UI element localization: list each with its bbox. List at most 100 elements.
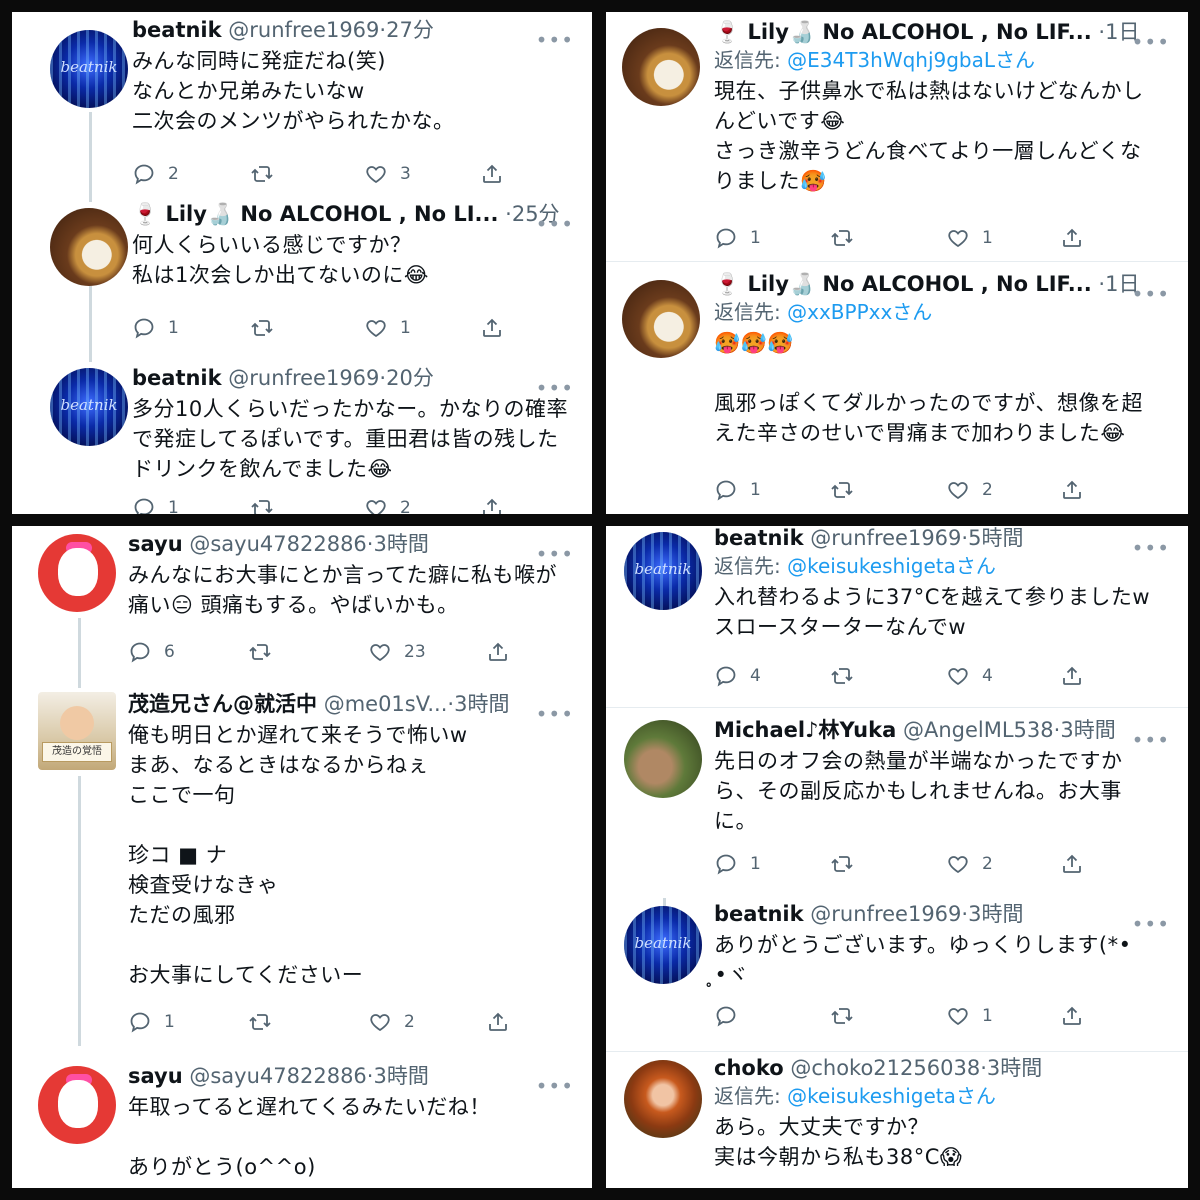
more-icon[interactable]: •••	[1132, 914, 1170, 934]
reply-button[interactable]: 1	[714, 224, 761, 252]
avatar[interactable]	[38, 534, 116, 612]
display-name[interactable]: 茂造兄さん@就活中	[128, 692, 317, 716]
avatar[interactable]: beatnik	[50, 30, 128, 108]
display-name[interactable]: beatnik	[714, 526, 804, 550]
tweet[interactable]: 🍷 Lily🍶 No ALCOHOL , No LIF... ·1日 ••• 返…	[606, 264, 1188, 514]
tweet[interactable]: 🍷 Lily🍶 No ALCOHOL , No LIF... ·1日 ••• 返…	[606, 12, 1188, 262]
share-button[interactable]	[480, 494, 504, 514]
timestamp[interactable]: 3時間	[987, 1056, 1042, 1080]
like-button[interactable]: 2	[368, 1008, 415, 1036]
timestamp[interactable]: 3時間	[373, 1064, 428, 1088]
share-button[interactable]	[1060, 224, 1084, 252]
handle[interactable]: @sayu47822886	[189, 1064, 366, 1088]
display-name[interactable]: 🍷 Lily🍶 No ALCOHOL , No LIF...	[714, 272, 1092, 296]
retweet-button[interactable]	[250, 494, 286, 514]
handle[interactable]: @AngelML538	[903, 718, 1054, 742]
tweet[interactable]: sayu @sayu47822886·3時間 ••• 年取ってると遅れてくるみた…	[12, 1058, 592, 1188]
share-button[interactable]	[480, 160, 504, 188]
tweet[interactable]: beatnik beatnik @runfree1969·3時間 ••• ありが…	[606, 896, 1188, 1052]
display-name[interactable]: 🍷 Lily🍶 No ALCOHOL , No LI...	[132, 202, 498, 226]
more-icon[interactable]: •••	[1132, 284, 1170, 304]
like-button[interactable]: 2	[946, 850, 993, 878]
tweet[interactable]: choko @choko21256038·3時間 返信先: @keisukesh…	[606, 1054, 1188, 1188]
reply-button[interactable]: 1	[132, 314, 179, 342]
avatar[interactable]	[622, 280, 700, 358]
display-name[interactable]: sayu	[128, 532, 183, 556]
avatar[interactable]	[624, 720, 702, 798]
like-button[interactable]: 4	[946, 662, 993, 690]
timestamp[interactable]: 3時間	[454, 692, 509, 716]
tweet[interactable]: beatnik beatnik @runfree1969·5時間 ••• 返信先…	[606, 526, 1188, 708]
share-button[interactable]	[1060, 1002, 1084, 1030]
avatar[interactable]: beatnik	[624, 906, 702, 984]
more-icon[interactable]: •••	[536, 378, 574, 398]
display-name[interactable]: choko	[714, 1056, 784, 1080]
handle[interactable]: @runfree1969	[228, 366, 379, 390]
retweet-button[interactable]	[830, 224, 866, 252]
retweet-button[interactable]	[248, 1008, 284, 1036]
like-button[interactable]: 1	[946, 224, 993, 252]
display-name[interactable]: beatnik	[132, 18, 222, 42]
handle[interactable]: @runfree1969	[810, 526, 961, 550]
share-button[interactable]	[486, 1008, 510, 1036]
like-button[interactable]: 23	[368, 638, 426, 666]
timestamp[interactable]: 27分	[386, 18, 434, 42]
avatar[interactable]: beatnik	[624, 532, 702, 610]
avatar[interactable]	[50, 208, 128, 286]
display-name[interactable]: Michael♪林Yuka	[714, 718, 896, 742]
reply-button[interactable]	[714, 1002, 750, 1030]
retweet-button[interactable]	[830, 476, 866, 504]
reply-to-link[interactable]: @keisukeshigetaさん	[787, 1084, 996, 1108]
share-button[interactable]	[1060, 850, 1084, 878]
handle[interactable]: @choko21256038	[790, 1056, 980, 1080]
retweet-button[interactable]	[830, 850, 866, 878]
retweet-button[interactable]	[830, 662, 866, 690]
handle[interactable]: @sayu47822886	[189, 532, 366, 556]
timestamp[interactable]: 3時間	[373, 532, 428, 556]
reply-button[interactable]: 4	[714, 662, 761, 690]
more-icon[interactable]: •••	[536, 544, 574, 564]
tweet[interactable]: 🍷 Lily🍶 No ALCOHOL , No LI... ·25分 ••• 何…	[12, 196, 592, 356]
avatar[interactable]	[38, 1066, 116, 1144]
tweet[interactable]: beatnik beatnik @runfree1969·27分 ••• みんな…	[12, 12, 592, 202]
reply-button[interactable]: 6	[128, 638, 175, 666]
share-button[interactable]	[486, 638, 510, 666]
timestamp[interactable]: 20分	[386, 366, 434, 390]
share-button[interactable]	[1060, 476, 1084, 504]
reply-button[interactable]: 1	[714, 850, 761, 878]
like-button[interactable]: 2	[946, 476, 993, 504]
reply-button[interactable]: 1	[128, 1008, 175, 1036]
avatar[interactable]	[622, 28, 700, 106]
more-icon[interactable]: •••	[536, 30, 574, 50]
reply-button[interactable]: 1	[132, 494, 179, 514]
like-button[interactable]: 1	[364, 314, 411, 342]
more-icon[interactable]: •••	[1132, 32, 1170, 52]
display-name[interactable]: 🍷 Lily🍶 No ALCOHOL , No LIF...	[714, 20, 1092, 44]
reply-button[interactable]: 1	[714, 476, 761, 504]
timestamp[interactable]: 3時間	[1060, 718, 1115, 742]
display-name[interactable]: beatnik	[132, 366, 222, 390]
display-name[interactable]: sayu	[128, 1064, 183, 1088]
handle[interactable]: @me01sV...	[324, 692, 448, 716]
tweet[interactable]: 茂造の覚悟 茂造兄さん@就活中 @me01sV...·3時間 ••• 俺も明日と…	[12, 686, 592, 1046]
more-icon[interactable]: •••	[536, 704, 574, 724]
reply-to-link[interactable]: @E34T3hWqhj9gbaLさん	[787, 48, 1035, 72]
retweet-button[interactable]	[250, 314, 286, 342]
display-name[interactable]: beatnik	[714, 902, 804, 926]
reply-to-link[interactable]: @keisukeshigetaさん	[787, 554, 996, 578]
handle[interactable]: @runfree1969	[810, 902, 961, 926]
handle[interactable]: @runfree1969	[228, 18, 379, 42]
like-button[interactable]: 2	[364, 494, 411, 514]
tweet[interactable]: Michael♪林Yuka @AngelML538·3時間 ••• 先日のオフ会…	[606, 710, 1188, 894]
timestamp[interactable]: 5時間	[968, 526, 1023, 550]
share-button[interactable]	[1060, 662, 1084, 690]
share-button[interactable]	[480, 314, 504, 342]
avatar[interactable]: beatnik	[50, 368, 128, 446]
retweet-button[interactable]	[248, 638, 284, 666]
more-icon[interactable]: •••	[1132, 730, 1170, 750]
retweet-button[interactable]	[250, 160, 286, 188]
retweet-button[interactable]	[830, 1002, 866, 1030]
avatar[interactable]: 茂造の覚悟	[38, 692, 116, 770]
like-button[interactable]: 3	[364, 160, 411, 188]
tweet[interactable]: sayu @sayu47822886·3時間 ••• みんなにお大事にとか言って…	[12, 526, 592, 686]
